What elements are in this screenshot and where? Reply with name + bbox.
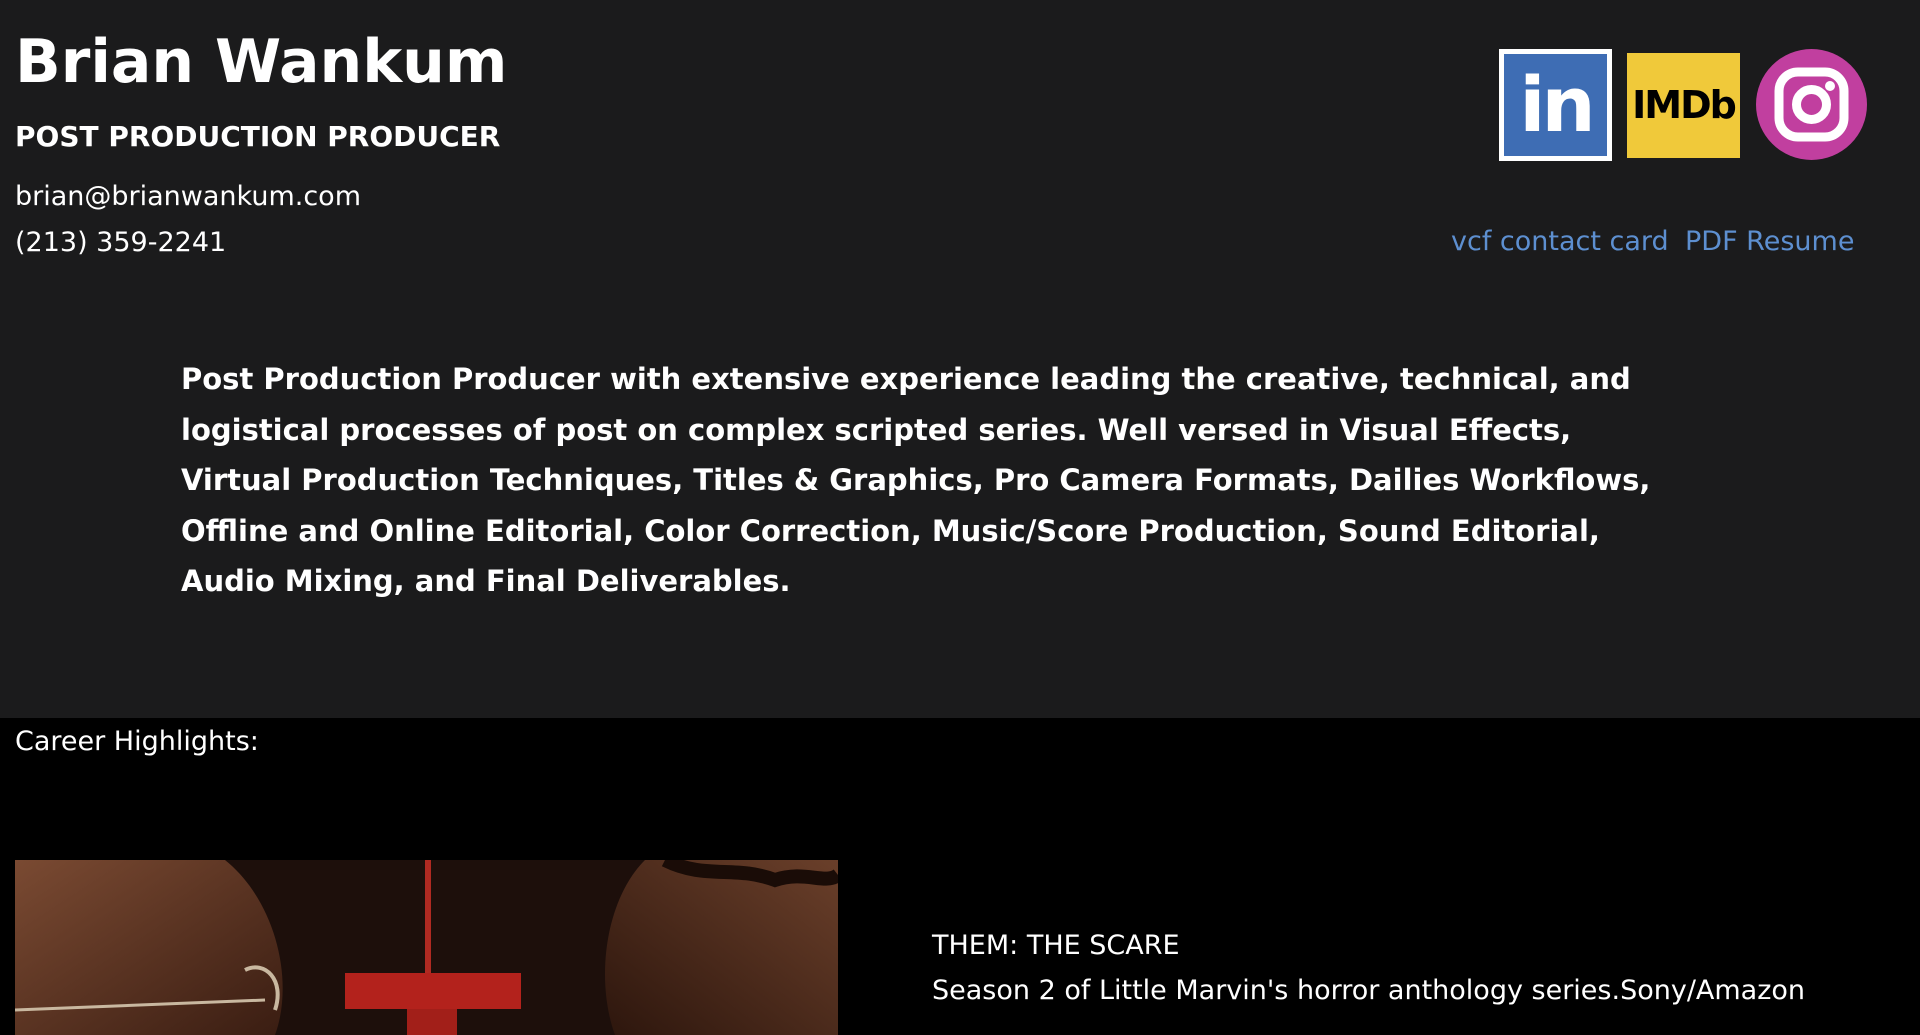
profile-header: Brian Wankum POST PRODUCTION PRODUCER br… (0, 0, 1920, 718)
linkedin-icon[interactable]: in (1499, 49, 1612, 161)
pdf-resume-link[interactable]: PDF Resume (1685, 222, 1854, 262)
vcf-contact-card-link[interactable]: vcf contact card (1451, 222, 1669, 262)
page: Brian Wankum POST PRODUCTION PRODUCER br… (0, 0, 1920, 1035)
profile-summary: Post Production Producer with extensive … (181, 362, 1651, 598)
instagram-glyph (1774, 67, 1849, 142)
profile-name: Brian Wankum (15, 27, 508, 97)
email-link[interactable]: brian@brianwankum.com (15, 177, 361, 217)
poster-artwork (15, 860, 838, 1035)
career-highlights-heading: Career Highlights: (15, 726, 259, 757)
career-item-title: THEM: THE SCARE (932, 930, 1180, 961)
imdb-icon[interactable]: IMDb (1627, 53, 1740, 158)
linkedin-icon-background: in (1504, 54, 1607, 156)
linkedin-icon-text: in (1519, 60, 1595, 149)
career-item-description: Season 2 of Little Marvin's horror antho… (932, 975, 1806, 1006)
them-the-scare-poster-image (15, 860, 838, 1035)
instagram-icon[interactable] (1756, 49, 1867, 160)
phone-number: (213) 359-2241 (15, 227, 227, 258)
profile-role: POST PRODUCTION PRODUCER (15, 120, 501, 153)
